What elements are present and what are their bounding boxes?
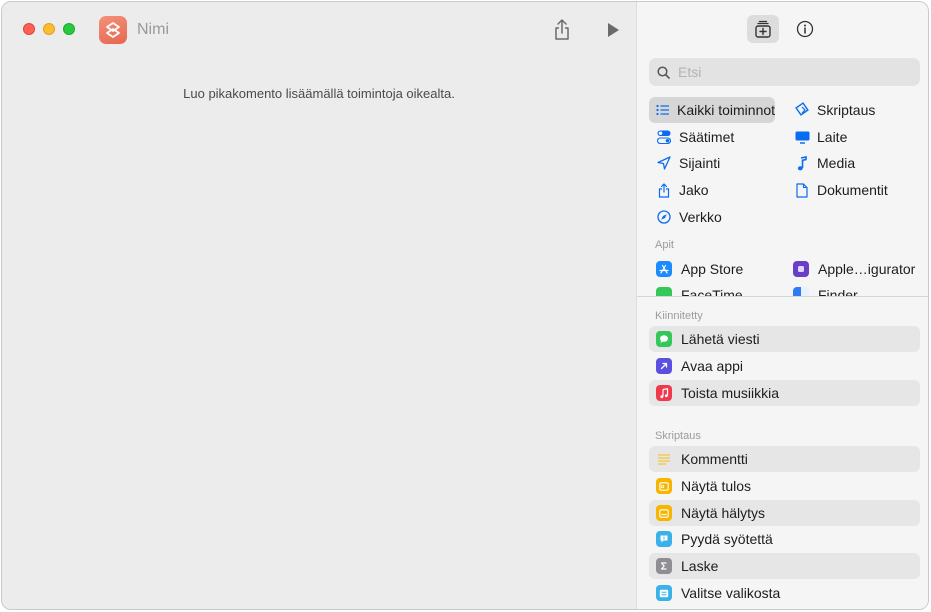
device-icon — [794, 129, 810, 145]
category-controls[interactable]: Säätimet — [649, 124, 734, 150]
action-item[interactable]: Näytä hälytys — [649, 500, 920, 526]
shortcut-name-field[interactable]: Nimi — [137, 21, 169, 39]
music-note-icon — [794, 155, 810, 171]
facetime-icon — [656, 287, 672, 296]
apps-list-overflow: FaceTime Finder — [637, 255, 928, 296]
action-item[interactable]: Näytä tulos — [649, 473, 920, 499]
action-label: Näytä hälytys — [681, 505, 766, 521]
share-button[interactable] — [551, 18, 573, 42]
play-icon — [608, 23, 619, 37]
compass-icon — [656, 209, 672, 225]
actions-sidebar: Kaikki toiminnot Skriptaus Säätimet Lait… — [636, 2, 928, 609]
category-media[interactable]: Media — [787, 150, 855, 176]
share-icon — [656, 182, 672, 198]
run-button[interactable] — [602, 18, 624, 42]
close-window-button[interactable] — [23, 23, 35, 35]
shortcut-editor-window: Nimi Luo pikakomento lisäämällä toiminto… — [1, 1, 929, 610]
app-label: FaceTime — [681, 287, 743, 296]
action-item[interactable]: Lähetä viesti — [649, 326, 920, 352]
editor-pane: Nimi Luo pikakomento lisäämällä toiminto… — [2, 2, 636, 609]
action-label: Laske — [681, 558, 719, 574]
action-item[interactable]: Laske — [649, 553, 920, 579]
shortcut-icon-button[interactable] — [99, 16, 127, 44]
sigma-icon — [656, 558, 672, 574]
empty-editor-hint: Luo pikakomento lisäämällä toimintoja oi… — [183, 86, 455, 101]
search-input[interactable] — [678, 64, 898, 80]
zoom-window-button[interactable] — [63, 23, 75, 35]
category-label: Jako — [679, 182, 709, 198]
category-scripting[interactable]: Skriptaus — [787, 97, 875, 123]
category-web[interactable]: Verkko — [649, 204, 722, 230]
action-item[interactable]: Toista musiikkia — [649, 380, 920, 406]
action-item[interactable]: Kommentti — [649, 446, 920, 472]
sidebar-divider[interactable] — [637, 296, 928, 297]
input-icon — [656, 531, 672, 547]
action-label: Valitse valikosta — [681, 585, 781, 601]
list-icon — [656, 102, 670, 118]
action-search-field[interactable] — [649, 58, 920, 86]
apps-section-label: Apit — [655, 239, 674, 251]
category-all-actions[interactable]: Kaikki toiminnot — [649, 97, 775, 123]
category-label: Laite — [817, 129, 848, 145]
message-icon — [656, 331, 672, 347]
category-label: Sijainti — [679, 155, 721, 171]
arrow-icon — [656, 358, 672, 374]
location-icon — [656, 155, 672, 171]
finder-icon — [793, 287, 809, 296]
shortcuts-icon — [106, 22, 120, 38]
app-label: Finder — [818, 287, 858, 296]
action-item[interactable]: Avaa appi — [649, 353, 920, 379]
music-note-icon — [656, 385, 672, 401]
result-icon — [656, 478, 672, 494]
category-label: Kaikki toiminnot — [677, 102, 776, 118]
category-label: Dokumentit — [817, 182, 888, 198]
category-sharing[interactable]: Jako — [649, 177, 709, 203]
scripting-section-label: Skriptaus — [655, 430, 701, 442]
category-documents[interactable]: Dokumentit — [787, 177, 888, 203]
minimize-window-button[interactable] — [43, 23, 55, 35]
category-label: Skriptaus — [817, 102, 876, 118]
action-library-tab[interactable] — [747, 15, 779, 43]
alert-icon — [656, 505, 672, 521]
scripting-icon — [794, 102, 810, 118]
category-device[interactable]: Laite — [787, 124, 847, 150]
action-label: Avaa appi — [681, 358, 744, 374]
action-item[interactable]: Pyydä syötettä — [649, 526, 920, 552]
category-label: Säätimet — [679, 129, 735, 145]
menu-icon — [656, 585, 672, 601]
category-label: Verkko — [679, 209, 722, 225]
lines-icon — [656, 451, 672, 467]
share-icon — [555, 19, 569, 40]
action-label: Näytä tulos — [681, 478, 752, 494]
controls-icon — [656, 129, 672, 145]
pinned-section-label: Kiinnitetty — [655, 310, 703, 322]
document-icon — [794, 182, 810, 198]
action-label: Lähetä viesti — [681, 331, 760, 347]
details-tab[interactable] — [789, 15, 821, 43]
action-label: Kommentti — [681, 451, 748, 467]
action-label: Pyydä syötettä — [681, 531, 773, 547]
app-item[interactable]: Finder — [793, 282, 858, 296]
category-location[interactable]: Sijainti — [649, 150, 720, 176]
library-add-icon — [755, 20, 771, 38]
action-label: Toista musiikkia — [681, 385, 780, 401]
app-item[interactable]: FaceTime — [656, 282, 743, 296]
info-icon — [796, 20, 814, 38]
search-icon — [657, 65, 670, 79]
category-label: Media — [817, 155, 856, 171]
titlebar: Nimi — [2, 2, 636, 58]
action-item[interactable]: Valitse valikosta — [649, 580, 920, 606]
